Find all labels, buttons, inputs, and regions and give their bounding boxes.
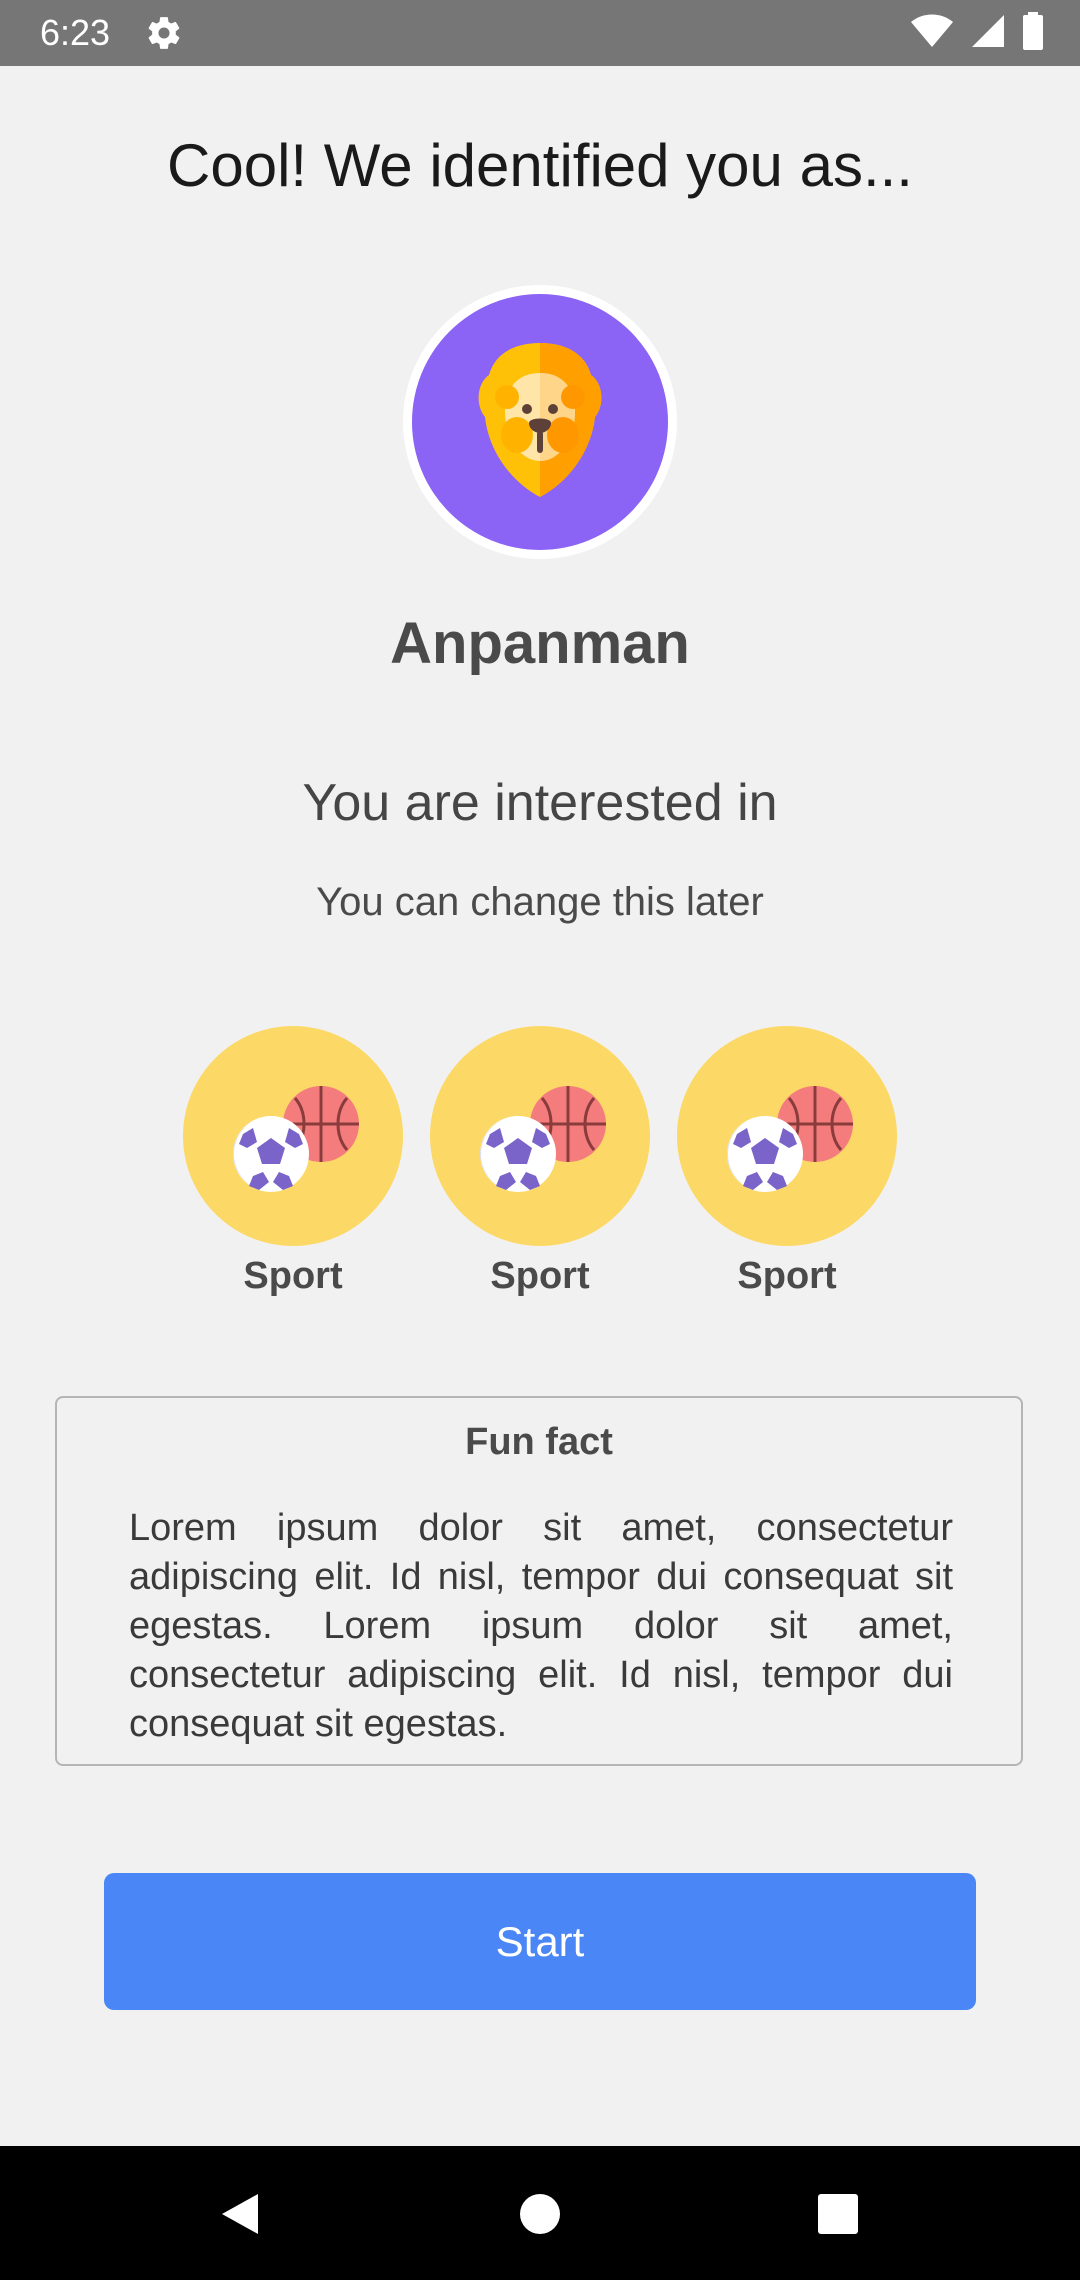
fun-fact-card: Fun fact Lorem ipsum dolor sit amet, con… (55, 1396, 1023, 1766)
interest-label: Sport (490, 1255, 590, 1297)
status-icons (910, 11, 1044, 55)
interests-title: You are interested in (302, 774, 778, 832)
interests-subtitle: You can change this later (316, 880, 764, 924)
status-bar: 6:23 (0, 0, 1080, 66)
fun-fact-title: Fun fact (465, 1421, 613, 1463)
lion-icon (455, 335, 625, 510)
wifi-icon (910, 13, 954, 54)
home-icon[interactable] (500, 2174, 580, 2254)
back-icon[interactable] (200, 2174, 280, 2254)
interest-circle (183, 1026, 403, 1246)
cell-signal-icon (970, 13, 1006, 54)
interest-item[interactable]: Sport (183, 1026, 403, 1300)
nav-bar (0, 2146, 1080, 2280)
gear-icon (145, 14, 183, 52)
username: Anpanman (390, 611, 690, 676)
avatar (403, 285, 677, 559)
recents-icon[interactable] (798, 2174, 878, 2254)
status-time: 6:23 (40, 12, 111, 53)
interest-item[interactable]: Sport (430, 1026, 650, 1300)
interests-list: Sport Sport Sport (0, 1026, 1080, 1306)
start-button[interactable]: Start (104, 1873, 976, 2010)
interest-circle (677, 1026, 897, 1246)
interest-label: Sport (243, 1255, 343, 1297)
interest-item[interactable]: Sport (677, 1026, 897, 1300)
screen: 6:23 Cool! We identified you as... Anpan… (0, 0, 1080, 2280)
interest-circle (430, 1026, 650, 1246)
sport-balls-icon (677, 1086, 897, 1250)
battery-icon (1022, 11, 1044, 55)
page-title: Cool! We identified you as... (167, 132, 913, 199)
avatar-circle (412, 294, 668, 550)
fun-fact-body: Lorem ipsum dolor sit amet, consectetur … (129, 1507, 953, 1745)
interest-label: Sport (737, 1255, 837, 1297)
sport-balls-icon (183, 1086, 403, 1250)
sport-balls-icon (430, 1086, 650, 1250)
